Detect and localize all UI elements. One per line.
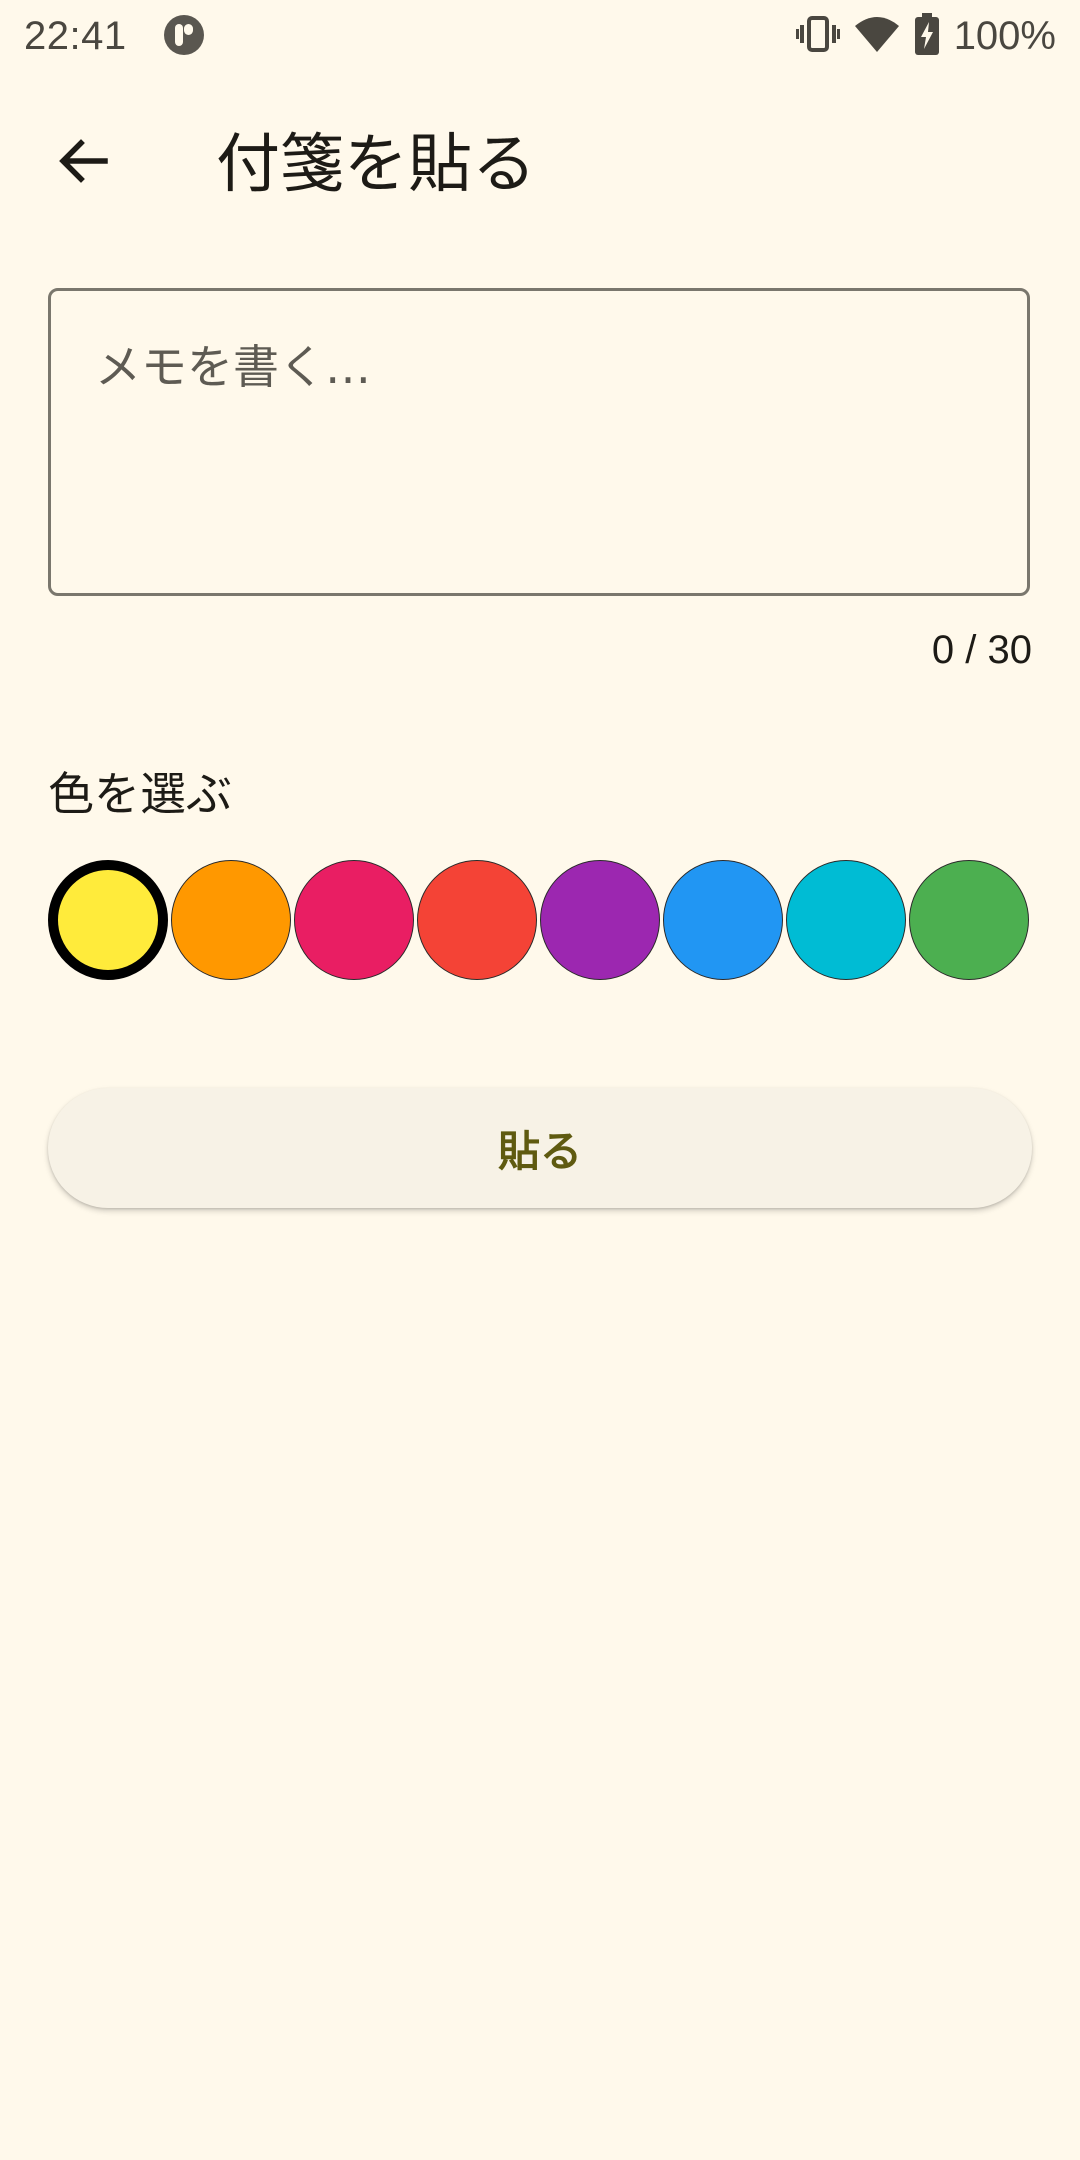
status-time: 22:41 — [24, 14, 127, 58]
color-swatch-row — [48, 860, 1032, 984]
color-swatch-1[interactable] — [48, 860, 168, 980]
battery-charging-icon — [914, 13, 940, 59]
color-swatch-7[interactable] — [786, 860, 906, 980]
color-swatch-3[interactable] — [294, 860, 414, 980]
pip-app-icon — [163, 14, 205, 56]
post-button-label: 貼る — [497, 1126, 582, 1176]
memo-input[interactable] — [95, 331, 975, 551]
status-icons: 100% — [795, 12, 1056, 60]
arrow-left-icon — [55, 133, 111, 193]
page-title: 付箋を貼る — [216, 128, 536, 202]
wifi-icon — [854, 14, 900, 58]
status-bar: 22:41 100% — [0, 0, 1080, 72]
color-swatch-2[interactable] — [171, 860, 291, 980]
color-section-label: 色を選ぶ — [48, 767, 232, 821]
back-button[interactable] — [40, 120, 126, 206]
character-counter: 0 / 30 — [931, 628, 1032, 672]
post-button[interactable]: 貼る — [48, 1088, 1032, 1208]
vibrate-icon — [795, 14, 840, 58]
color-swatch-8[interactable] — [909, 860, 1029, 980]
color-swatch-4[interactable] — [417, 860, 537, 980]
color-swatch-6[interactable] — [663, 860, 783, 980]
battery-percentage: 100% — [953, 13, 1056, 58]
memo-field[interactable] — [48, 288, 1030, 596]
app-bar: 付箋を貼る — [0, 90, 1080, 220]
color-swatch-5[interactable] — [540, 860, 660, 980]
